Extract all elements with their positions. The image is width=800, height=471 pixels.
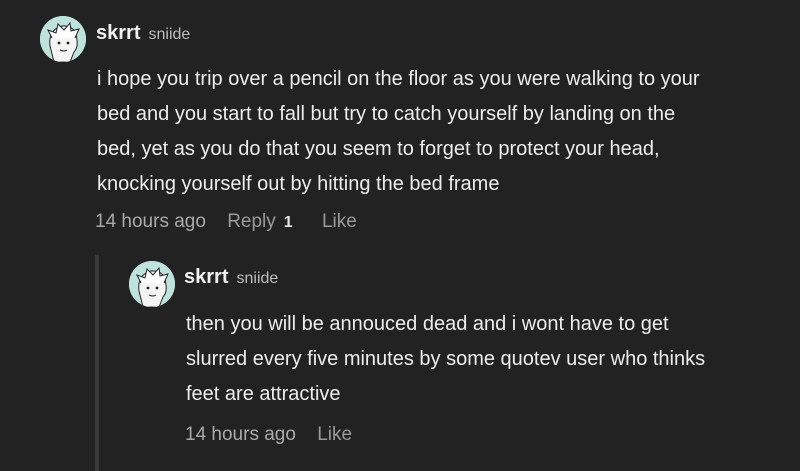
comment-header: skrrt sniide <box>184 266 278 289</box>
reply-count[interactable]: 1 <box>284 214 293 232</box>
comment-header: skrrt sniide <box>96 22 190 45</box>
avatar-image <box>40 16 86 62</box>
avatar[interactable] <box>129 261 175 307</box>
comment-line: then you will be annouced dead and i won… <box>186 313 669 335</box>
comment-body: then you will be annouced dead and i won… <box>186 307 705 412</box>
reply-button[interactable]: Reply <box>227 211 276 233</box>
username[interactable]: skrrt <box>96 22 140 44</box>
thread-line <box>95 255 99 471</box>
comment-actions: 14 hours ago Reply 1 Like <box>95 211 357 233</box>
comment-line: feet are attractive <box>186 383 341 405</box>
comment-line: bed and you start to fall but try to cat… <box>97 103 676 125</box>
username[interactable]: skrrt <box>184 266 228 288</box>
like-button[interactable]: Like <box>322 211 357 233</box>
comment-line: knocking yourself out by hitting the bed… <box>97 173 500 195</box>
user-handle[interactable]: sniide <box>236 270 278 287</box>
comment-actions: 14 hours ago Like <box>185 424 352 446</box>
comment-body: i hope you trip over a pencil on the flo… <box>97 62 700 202</box>
comment-1: skrrt sniide i hope you trip over a penci… <box>0 0 800 250</box>
user-handle[interactable]: sniide <box>148 26 190 43</box>
comment-line: slurred every five minutes by some quote… <box>186 348 706 370</box>
avatar[interactable] <box>40 16 86 62</box>
avatar-image <box>129 261 175 307</box>
like-button[interactable]: Like <box>317 424 352 446</box>
comment-line: i hope you trip over a pencil on the flo… <box>97 68 700 90</box>
comment-line: bed, yet as you do that you seem to forg… <box>97 138 660 160</box>
timestamp: 14 hours ago <box>185 424 296 445</box>
timestamp: 14 hours ago <box>95 211 206 232</box>
